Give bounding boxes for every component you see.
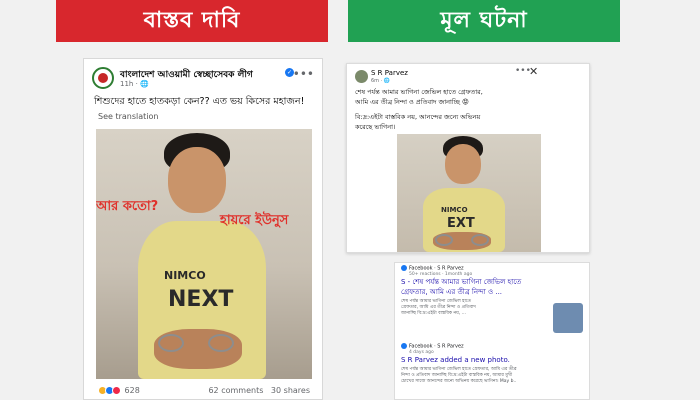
shirt-logo: NEXT [168, 287, 234, 312]
fact-banner: মূল ঘটনা [348, 0, 620, 42]
post-time[interactable]: 6m · 🌐 [371, 78, 390, 84]
result-thumbnail[interactable] [553, 303, 583, 333]
post-text-line-2: আমি এর তীব্র নিন্দা ও প্রতিবাদ জানাচ্ছি … [355, 98, 469, 106]
reaction-summary[interactable]: 628 [98, 386, 140, 395]
author-avatar[interactable] [355, 70, 368, 83]
page-avatar[interactable] [92, 67, 114, 89]
child-figure: NIMCO NEXT [96, 129, 312, 379]
result-title[interactable]: S R Parvez added a new photo. [401, 355, 583, 365]
result-title[interactable]: S - শেষ পর্যন্ত আমার ভাগিনা জেভিল হাতে [401, 277, 583, 287]
original-post-card: S R Parvez 6m · 🌐 ••• ✕ শেষ পর্যন্ত আমার… [346, 63, 590, 253]
post-text-line-4: করেছে ভাগিনা। [355, 123, 396, 131]
comments-count[interactable]: 62 comments [208, 386, 263, 395]
shirt-brand: NIMCO [441, 206, 468, 214]
post-photo[interactable]: NIMCO EXT [397, 134, 541, 252]
see-translation-link[interactable]: See translation [98, 112, 158, 121]
post-text: শিশুদের হাতে হাতকড়া কেন?? এত ভয় কিসের … [94, 96, 305, 107]
reaction-count: 628 [124, 386, 140, 395]
post-header: বাংলাদেশ আওয়ামী স্বেচ্ছাসেবক লীগ ✓ 11h … [92, 67, 314, 91]
post-stats: 62 comments 30 shares [208, 386, 310, 395]
post-photo[interactable]: NIMCO NEXT আর কতো? হায়রে ইউনুস [96, 129, 312, 379]
claim-banner: বাস্তব দাবি [56, 0, 328, 42]
result-snippet: চোখের সাজে আনন্দের জন্যে অভিনয় করেছে ভা… [401, 378, 517, 384]
facebook-icon [401, 343, 407, 349]
shirt-brand: NIMCO [164, 269, 206, 282]
post-time[interactable]: 11h · 🌐 [120, 80, 149, 88]
shirt-logo: EXT [447, 216, 475, 231]
shares-count[interactable]: 30 shares [271, 386, 310, 395]
facebook-icon [401, 265, 407, 271]
overlay-text-2: হায়রে ইউনুস [220, 213, 289, 228]
author-name[interactable]: S R Parvez [371, 69, 408, 77]
result-title-line-2[interactable]: গ্রেফতার, আমি এর তীব্র নিন্দা ও ... [401, 287, 583, 297]
close-icon[interactable]: ✕ [529, 65, 538, 78]
claim-post-card: বাংলাদেশ আওয়ামী স্বেচ্ছাসেবক লীগ ✓ 11h … [83, 58, 323, 400]
overlay-text-1: আর কতো? [96, 199, 159, 214]
more-options-icon[interactable]: ••• [293, 67, 314, 81]
child-figure: NIMCO EXT [397, 134, 541, 252]
reaction-emoji-icons [98, 386, 122, 395]
search-results-card: Facebook · S R Parvez 50+ reactions · 1m… [394, 262, 590, 400]
search-result[interactable]: Facebook · S R Parvez 4 days ago S R Par… [401, 343, 583, 385]
